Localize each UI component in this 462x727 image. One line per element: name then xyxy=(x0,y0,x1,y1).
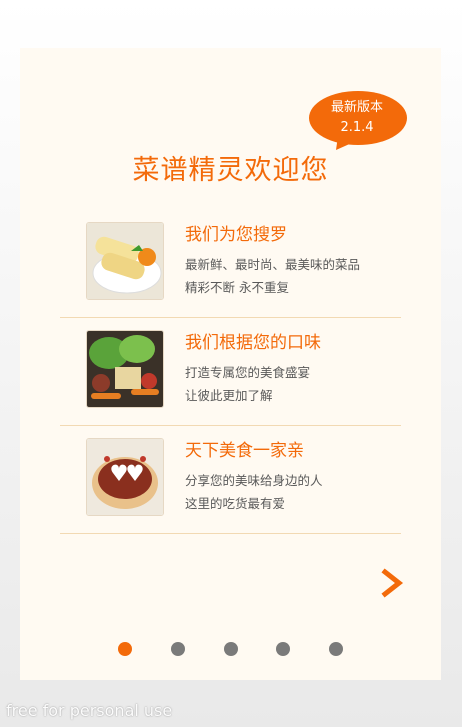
vegetables-image xyxy=(86,330,164,408)
crepe-dish-image xyxy=(86,222,164,300)
speech-bubble-icon xyxy=(309,91,407,150)
feature-description: 最新鲜、最时尚、最美味的菜品 xyxy=(185,257,361,272)
next-page-button[interactable] xyxy=(379,568,405,598)
feature-item-search: 我们为您搜罗 最新鲜、最时尚、最美味的菜品 精彩不断 永不重复 xyxy=(60,212,401,318)
page-indicator xyxy=(20,642,441,658)
watermark-text: free for personal use xyxy=(6,701,173,720)
page-dot[interactable] xyxy=(171,642,185,656)
feature-description: 打造专属您的美食盛宴 xyxy=(185,365,311,380)
version-badge-label: 最新版本 xyxy=(330,100,383,115)
welcome-card: 最新版本 2.1.4 菜谱精灵欢迎您 我们为您搜罗 最新鲜、最时尚、最美味的菜品… xyxy=(20,48,441,680)
page-dot[interactable] xyxy=(118,642,132,656)
page-dot[interactable] xyxy=(224,642,238,656)
feature-description: 这里的吃货最有爱 xyxy=(185,496,286,511)
feature-title: 天下美食一家亲 xyxy=(185,441,304,461)
version-badge: 最新版本 2.1.4 xyxy=(308,88,410,150)
feature-description: 分享您的美味给身边的人 xyxy=(185,473,323,488)
divider xyxy=(60,317,401,318)
feature-item-share: 天下美食一家亲 分享您的美味给身边的人 这里的吃货最有爱 xyxy=(60,428,401,534)
page-dot[interactable] xyxy=(329,642,343,656)
feature-description: 让彼此更加了解 xyxy=(185,388,273,403)
feature-title: 我们为您搜罗 xyxy=(185,225,287,245)
divider xyxy=(60,425,401,426)
feature-title: 我们根据您的口味 xyxy=(185,333,321,353)
feature-item-taste: 我们根据您的口味 打造专属您的美食盛宴 让彼此更加了解 xyxy=(60,320,401,426)
version-number: 2.1.4 xyxy=(340,120,374,135)
cake-image xyxy=(86,438,164,516)
divider xyxy=(60,533,401,534)
chevron-right-icon xyxy=(381,568,404,598)
welcome-title: 菜谱精灵欢迎您 xyxy=(132,155,329,186)
feature-description: 精彩不断 永不重复 xyxy=(185,280,289,295)
page-dot[interactable] xyxy=(276,642,290,656)
